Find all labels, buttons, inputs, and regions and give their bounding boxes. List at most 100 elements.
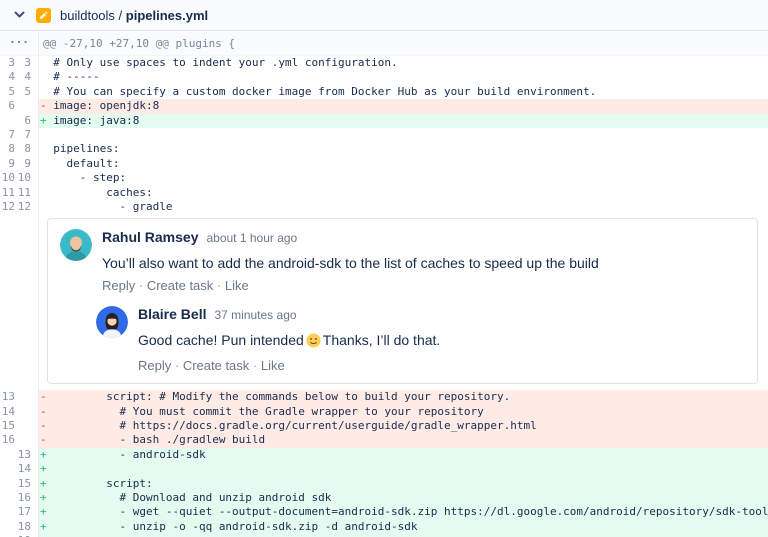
line-numbers: 18: [0, 520, 38, 534]
comment-actions: Reply · Create task · Like: [138, 358, 745, 373]
file-name: pipelines.yml: [126, 8, 208, 23]
create-task-action[interactable]: Create task: [183, 358, 249, 373]
code-line: + - wget --quiet --output-document=andro…: [38, 505, 768, 519]
line-numbers: 14: [0, 405, 38, 419]
diff-row: 77: [0, 128, 768, 142]
line-numbers: 44: [0, 70, 38, 84]
diff-viewer: buildtools / pipelines.yml ··· @@ -27,10…: [0, 0, 768, 537]
diff-row: 33 # Only use spaces to indent your .yml…: [0, 56, 768, 70]
hunk-gutter: ···: [0, 31, 38, 55]
line-numbers: 6: [0, 114, 38, 128]
collapse-chevron-icon[interactable]: [14, 11, 25, 19]
comment-meta: Rahul Ramsey about 1 hour ago: [102, 229, 745, 247]
comment-card: Rahul Ramsey about 1 hour ago You’ll also…: [47, 218, 758, 384]
gutter-divider: [38, 31, 39, 537]
diff-row: 17+ - wget --quiet --output-document=and…: [0, 505, 768, 519]
line-numbers: 6: [0, 99, 38, 113]
like-action[interactable]: Like: [261, 358, 285, 373]
line-numbers: 15: [0, 419, 38, 433]
line-numbers: 13: [0, 448, 38, 462]
comment-body: Good cache! Pun intended Thanks, I’ll do…: [138, 331, 745, 352]
diff-row: 13+ - android-sdk: [0, 448, 768, 462]
diff-row: 14+: [0, 462, 768, 476]
comment-body: You’ll also want to add the android-sdk …: [102, 254, 745, 272]
diff-row: 6+ image: java:8: [0, 114, 768, 128]
line-numbers: 13: [0, 390, 38, 404]
code-line: + image: java:8: [38, 114, 768, 128]
code-line: - image: openjdk:8: [38, 99, 768, 113]
comment-root: Rahul Ramsey about 1 hour ago You’ll also…: [60, 229, 745, 293]
diff-row: 14- # You must commit the Gradle wrapper…: [0, 405, 768, 419]
diff-row: 1212 - gradle: [0, 200, 768, 214]
reply-action[interactable]: Reply: [138, 358, 171, 373]
code-line: [38, 128, 768, 142]
line-numbers: 99: [0, 157, 38, 171]
diff-row: 13- script: # Modify the commands below …: [0, 390, 768, 404]
comment-timestamp: about 1 hour ago: [206, 231, 297, 245]
expand-hunk-button[interactable]: ···: [9, 38, 29, 48]
file-path[interactable]: buildtools / pipelines.yml: [60, 8, 208, 23]
code-line: - # https://docs.gradle.org/current/user…: [38, 419, 768, 433]
comment-actions: Reply · Create task · Like: [102, 278, 745, 293]
code-line: - step:: [38, 171, 768, 185]
code-line: + - unzip -o -qq android-sdk.zip -d andr…: [38, 520, 768, 534]
diff-row: 16+ # Download and unzip android sdk: [0, 491, 768, 505]
diff-row: 1010 - step:: [0, 171, 768, 185]
comment-body-text: Thanks, I’ll do that.: [323, 332, 441, 348]
code-line: - gradle: [38, 200, 768, 214]
code-line: default:: [38, 157, 768, 171]
slightly-smiling-face-emoji: [306, 333, 321, 352]
diff-row: 15- # https://docs.gradle.org/current/us…: [0, 419, 768, 433]
code-line: - # You must commit the Gradle wrapper t…: [38, 405, 768, 419]
comment-meta: Blaire Bell37 minutes ago: [138, 306, 745, 324]
diff-row: 6- image: openjdk:8: [0, 99, 768, 113]
comment-reply: Blaire Bell37 minutes ago Good cache! Pu…: [96, 306, 745, 373]
diff-section-top: 33 # Only use spaces to indent your .yml…: [0, 56, 768, 214]
line-numbers: 17: [0, 505, 38, 519]
file-header: buildtools / pipelines.yml: [0, 0, 768, 31]
avatar[interactable]: [60, 229, 92, 261]
code-line: + # Download and unzip android sdk: [38, 491, 768, 505]
like-action[interactable]: Like: [225, 278, 249, 293]
comment-thread: Rahul Ramsey about 1 hour ago You’ll also…: [0, 218, 758, 384]
create-task-action[interactable]: Create task: [147, 278, 213, 293]
line-numbers: 14: [0, 462, 38, 476]
line-numbers: 1010: [0, 171, 38, 185]
diff-row: 18+ - unzip -o -qq android-sdk.zip -d an…: [0, 520, 768, 534]
action-separator: ·: [249, 358, 261, 373]
code-line: pipelines:: [38, 142, 768, 156]
hunk-header-row: ··· @@ -27,10 +27,10 @@ plugins {: [0, 31, 768, 56]
diff-row: 99 default:: [0, 157, 768, 171]
action-separator: ·: [213, 278, 225, 293]
diff-row: 44 # -----: [0, 70, 768, 84]
avatar[interactable]: [96, 306, 128, 338]
diff-row: 55 # You can specify a custom docker ima…: [0, 85, 768, 99]
code-line: - - bash ./gradlew build: [38, 433, 768, 447]
line-numbers: 88: [0, 142, 38, 156]
reply-action[interactable]: Reply: [102, 278, 135, 293]
code-line: # -----: [38, 70, 768, 84]
modified-file-icon: [36, 8, 51, 23]
comment-author[interactable]: Blaire Bell: [138, 306, 206, 322]
comment-body-text: Good cache! Pun intended: [138, 332, 304, 348]
code-line: +: [38, 462, 768, 476]
line-numbers: 1111: [0, 186, 38, 200]
diff-row: 15+ script:: [0, 477, 768, 491]
diff-row: 16- - bash ./gradlew build: [0, 433, 768, 447]
line-numbers: 15: [0, 477, 38, 491]
line-numbers: 55: [0, 85, 38, 99]
line-numbers: 16: [0, 433, 38, 447]
code-line: - script: # Modify the commands below to…: [38, 390, 768, 404]
diff-section-bottom: 13- script: # Modify the commands below …: [0, 390, 768, 537]
line-numbers: 1212: [0, 200, 38, 214]
code-line: + - android-sdk: [38, 448, 768, 462]
code-line: # You can specify a custom docker image …: [38, 85, 768, 99]
diff-row: 1111 caches:: [0, 186, 768, 200]
code-line: # Only use spaces to indent your .yml co…: [38, 56, 768, 70]
comment-author[interactable]: Rahul Ramsey: [102, 229, 198, 245]
hunk-header: @@ -27,10 +27,10 @@ plugins {: [38, 31, 768, 55]
line-numbers: 77: [0, 128, 38, 142]
diff-row: 88 pipelines:: [0, 142, 768, 156]
action-separator: ·: [171, 358, 183, 373]
code-line: caches:: [38, 186, 768, 200]
